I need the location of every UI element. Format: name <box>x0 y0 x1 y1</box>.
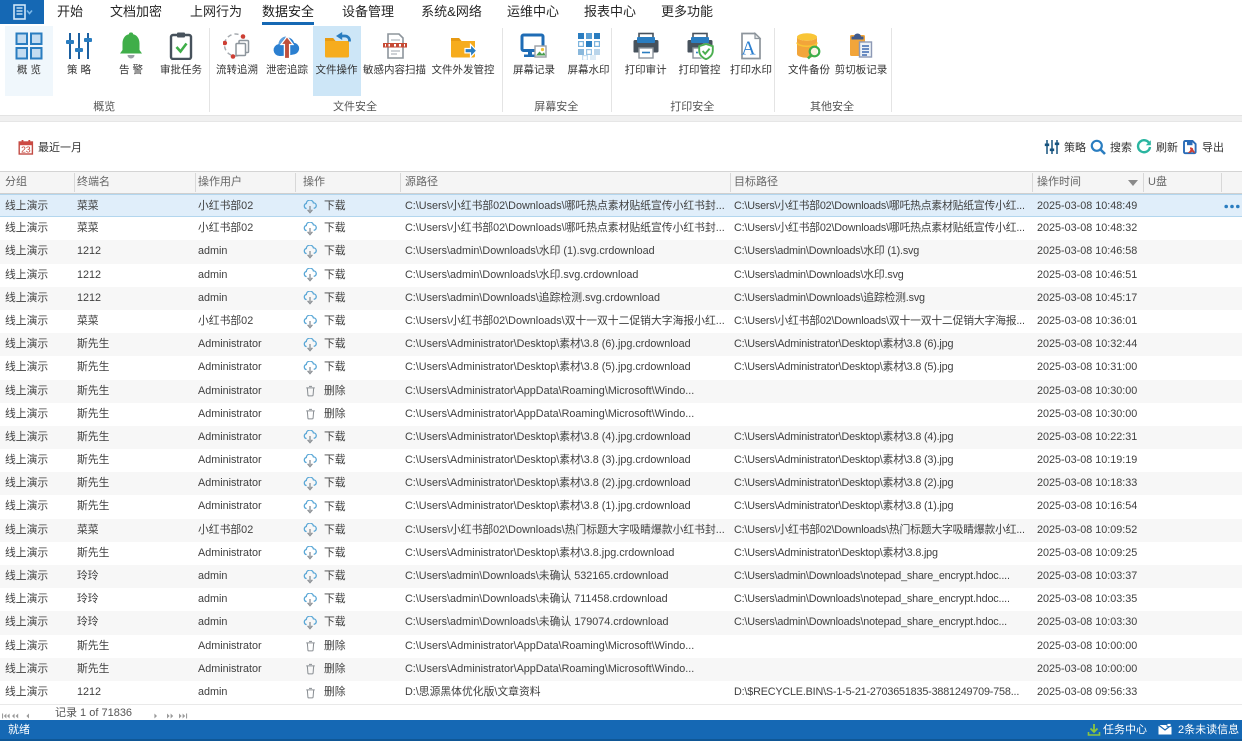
svg-text:23: 23 <box>21 144 31 154</box>
svg-text:A: A <box>741 38 756 60</box>
